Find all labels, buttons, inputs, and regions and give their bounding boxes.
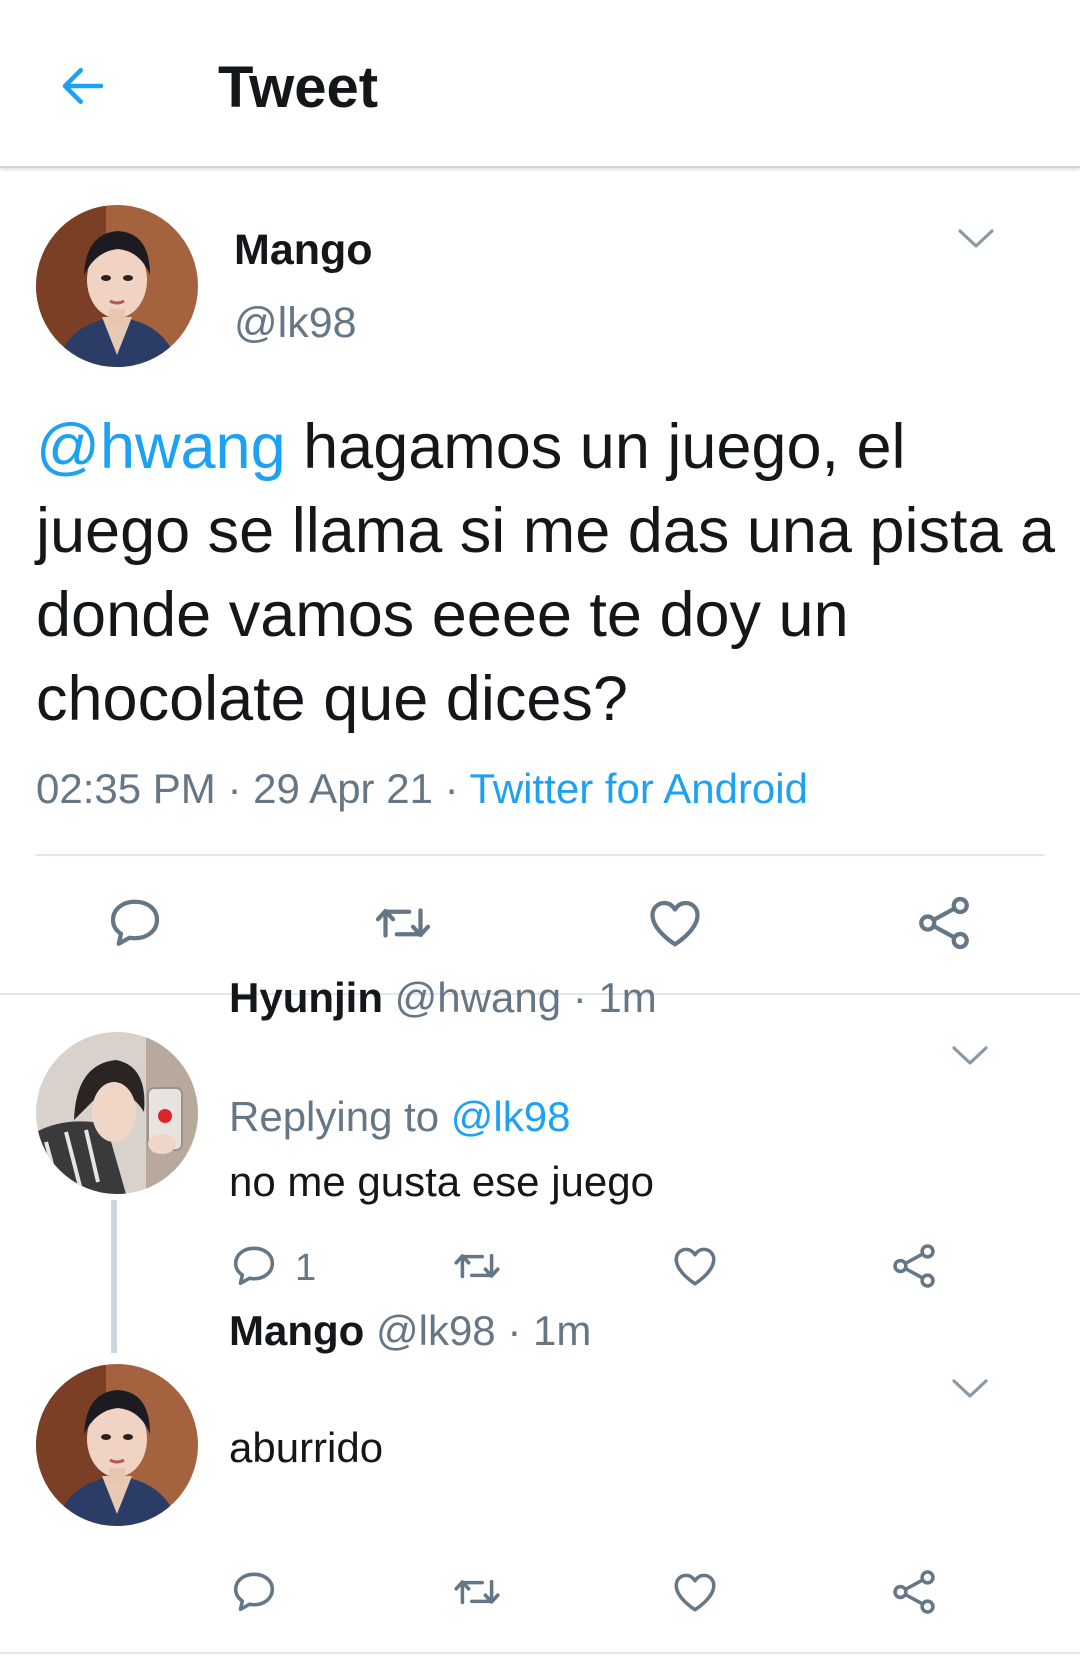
- reply-button[interactable]: [229, 1567, 279, 1622]
- retweet-icon: [370, 893, 436, 958]
- tweet-source-link[interactable]: Twitter for Android: [470, 765, 808, 812]
- retweet-button[interactable]: [449, 1567, 505, 1622]
- mention-link[interactable]: @hwang: [36, 412, 286, 482]
- share-icon: [889, 1567, 939, 1622]
- tweet-text: aburrido: [229, 1424, 384, 1471]
- thread-line: [111, 1200, 117, 1353]
- comment-icon: [229, 1567, 279, 1622]
- share-icon: [914, 893, 974, 958]
- top-bar: Tweet: [0, 0, 1080, 168]
- divider: [36, 854, 1044, 856]
- share-button[interactable]: [889, 1241, 939, 1296]
- author-name[interactable]: Hyunjin: [229, 974, 383, 1021]
- chevron-down-icon[interactable]: [954, 223, 998, 253]
- page-title: Tweet: [218, 55, 379, 120]
- author-handle[interactable]: @lk98: [234, 299, 357, 348]
- arrow-left-icon: [56, 59, 110, 118]
- tweet-meta: 02:35 PM · 29 Apr 21 · Twitter for Andro…: [36, 765, 808, 813]
- author-handle[interactable]: @hwang: [395, 974, 561, 1021]
- tweet-date: 29 Apr 21: [253, 765, 433, 812]
- tweet-text: @hwang hagamos un juego, el juego se lla…: [36, 405, 1056, 741]
- retweet-icon: [449, 1567, 505, 1622]
- retweet-icon: [449, 1241, 505, 1296]
- heart-icon: [644, 893, 706, 958]
- reply-button[interactable]: 1: [229, 1241, 316, 1296]
- like-button[interactable]: [669, 1241, 721, 1296]
- author-name[interactable]: Mango: [234, 226, 373, 275]
- retweet-button[interactable]: [370, 893, 436, 958]
- heart-icon: [669, 1241, 721, 1296]
- avatar[interactable]: [36, 1364, 198, 1526]
- avatar[interactable]: [36, 205, 198, 367]
- tweet-text: no me gusta ese juego: [229, 1158, 654, 1205]
- meta-separator: ·: [561, 974, 599, 1021]
- tweet-age: 1m: [533, 1307, 592, 1354]
- comment-icon: [105, 893, 165, 958]
- reply-header: Hyunjin @hwang · 1m: [229, 972, 657, 1024]
- mention-link[interactable]: @lk98: [451, 1093, 571, 1140]
- tweet-time: 02:35 PM: [36, 765, 216, 812]
- share-button[interactable]: [914, 893, 974, 958]
- like-button[interactable]: [644, 893, 706, 958]
- retweet-button[interactable]: [449, 1241, 505, 1296]
- author-handle[interactable]: @lk98: [376, 1307, 496, 1354]
- comment-icon: [229, 1241, 279, 1296]
- meta-separator: ·: [495, 1307, 533, 1354]
- reply-count: 1: [295, 1247, 317, 1289]
- chevron-down-icon[interactable]: [948, 1040, 992, 1070]
- back-button[interactable]: [50, 55, 116, 121]
- divider: [0, 1652, 1080, 1654]
- heart-icon: [669, 1567, 721, 1622]
- replying-prefix: Replying to: [229, 1093, 451, 1140]
- reply-header: Mango @lk98 · 1m: [229, 1305, 591, 1357]
- meta-separator: ·: [215, 765, 254, 812]
- like-button[interactable]: [669, 1567, 721, 1622]
- avatar[interactable]: [36, 1032, 198, 1194]
- replying-to: Replying to @lk98: [229, 1093, 570, 1141]
- share-icon: [889, 1241, 939, 1296]
- chevron-down-icon[interactable]: [948, 1373, 992, 1403]
- tweet-age: 1m: [598, 974, 657, 1021]
- share-button[interactable]: [889, 1567, 939, 1622]
- meta-separator: ·: [432, 765, 470, 812]
- author-name[interactable]: Mango: [229, 1307, 364, 1354]
- reply-button[interactable]: [105, 893, 165, 958]
